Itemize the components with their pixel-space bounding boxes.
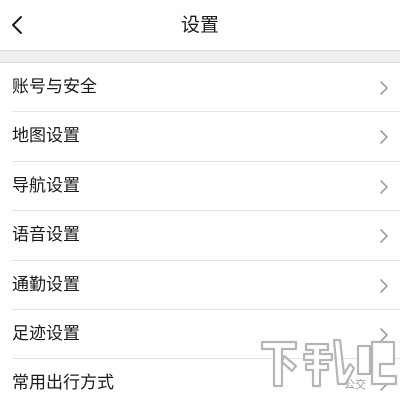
back-button[interactable]: [0, 0, 40, 50]
settings-item-navigation[interactable]: 导航设置: [0, 162, 400, 212]
chevron-right-icon: [380, 278, 388, 293]
settings-item-label: 导航设置: [12, 175, 80, 196]
settings-item-label: 通勤设置: [12, 274, 80, 295]
header-bar: 设置: [0, 0, 400, 50]
chevron-left-icon: [12, 16, 22, 34]
settings-item-label: 足迹设置: [12, 323, 80, 344]
settings-item-map[interactable]: 地图设置: [0, 112, 400, 163]
settings-item-account-security[interactable]: 账号与安全: [0, 63, 400, 113]
settings-item-footprint[interactable]: 足迹设置: [0, 310, 400, 360]
chevron-right-icon: [380, 377, 388, 392]
settings-item-label: 地图设置: [12, 126, 80, 147]
chevron-right-icon: [380, 130, 388, 145]
settings-list: 账号与安全 地图设置 导航设置 语音设置 通勤设置 足迹设置 常用出行方式: [0, 63, 400, 409]
settings-item-travel-mode[interactable]: 常用出行方式: [0, 359, 400, 408]
chevron-right-icon: [380, 81, 388, 95]
chevron-right-icon: [380, 328, 388, 342]
settings-item-label: 语音设置: [12, 225, 80, 246]
section-separator: [0, 50, 400, 63]
chevron-right-icon: [380, 179, 388, 194]
page-title: 设置: [180, 14, 219, 36]
settings-item-label: 常用出行方式: [12, 373, 114, 394]
settings-item-voice[interactable]: 语音设置: [0, 211, 400, 261]
settings-item-label: 账号与安全: [12, 77, 97, 97]
chevron-right-icon: [380, 229, 388, 243]
settings-item-commute[interactable]: 通勤设置: [0, 261, 400, 311]
